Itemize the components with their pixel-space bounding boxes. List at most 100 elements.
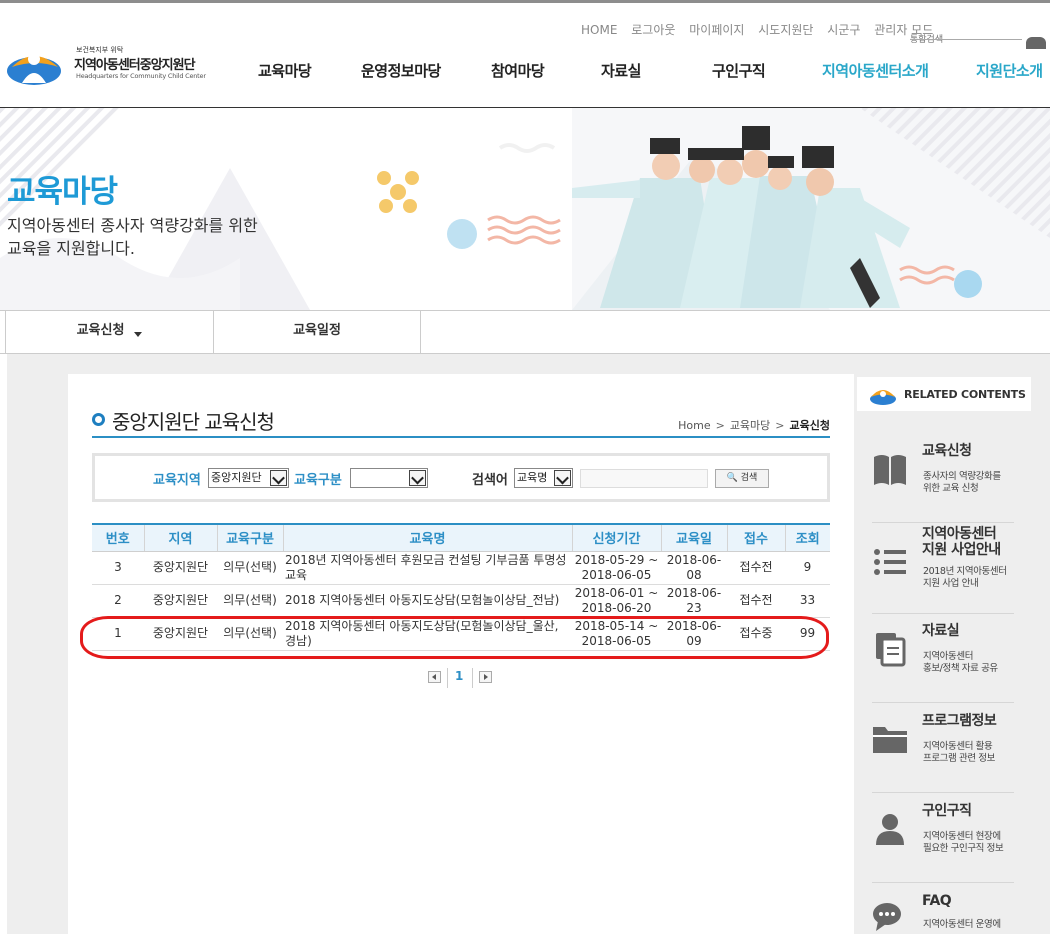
col-number: 번호 bbox=[92, 524, 145, 552]
related-item-title: 구인구직 bbox=[922, 803, 972, 819]
banner-decoration bbox=[0, 108, 1050, 310]
tab-education-apply[interactable]: 교육신청 bbox=[5, 311, 213, 354]
nav-support-intro[interactable]: 지원단소개 bbox=[976, 60, 1043, 81]
related-item-title: 지역아동센터 지원 사업안내 bbox=[922, 526, 1001, 558]
header-search-input[interactable] bbox=[910, 39, 1022, 53]
cell-views: 33 bbox=[785, 584, 830, 618]
nav-operation-info[interactable]: 운영정보마당 bbox=[361, 60, 441, 81]
cell-title-link[interactable]: 2018 지역아동센터 아동지도상담(모험놀이상담_울산, 경남) bbox=[283, 617, 572, 651]
nav-archive[interactable]: 자료실 bbox=[601, 60, 641, 81]
desc-line: 위한 교육 신청 bbox=[923, 483, 979, 494]
chevron-down-icon bbox=[409, 470, 426, 486]
desc-line: 지역아동센터 운영에 bbox=[923, 919, 1001, 930]
title-line: 지원 사업안내 bbox=[922, 542, 1001, 558]
related-item-archive[interactable]: 자료실 지역아동센터 홍보/정책 자료 공유 bbox=[872, 623, 1014, 703]
table-row[interactable]: 3 중앙지원단 의무(선택) 2018년 지역아동센터 후원모금 컨설팅 기부금… bbox=[92, 551, 830, 585]
desc-line: 지역아동센터 활용 bbox=[923, 741, 993, 752]
nav-participation[interactable]: 참여마당 bbox=[491, 60, 545, 81]
site-header: 보건복지부 위탁 지역아동센터중앙지원단 Headquarters for Co… bbox=[0, 0, 1050, 108]
cell-title-link[interactable]: 2018 지역아동센터 아동지도상담(모험놀이상담_전남) bbox=[283, 584, 572, 618]
pager-divider bbox=[447, 668, 448, 688]
nav-education[interactable]: 교육마당 bbox=[258, 60, 312, 81]
cell-status: 접수전 bbox=[727, 551, 785, 585]
related-item-desc: 지역아동센터 홍보/정책 자료 공유 bbox=[923, 651, 998, 675]
chevron-right-icon: > bbox=[775, 419, 785, 432]
table-row[interactable]: 2 중앙지원단 의무(선택) 2018 지역아동센터 아동지도상담(모험놀이상담… bbox=[92, 584, 830, 618]
util-city-link[interactable]: 시군구 bbox=[827, 23, 860, 37]
related-item-desc: 종사자의 역량강화를 위한 교육 신청 bbox=[923, 471, 1001, 495]
keyword-label: 검색어 bbox=[472, 473, 508, 488]
cell-region: 중앙지원단 bbox=[144, 617, 217, 651]
search-button-label: 검색 bbox=[740, 473, 758, 483]
chevron-right-icon: > bbox=[715, 419, 725, 432]
nav-center-intro[interactable]: 지역아동센터소개 bbox=[822, 60, 929, 81]
related-item-faq[interactable]: FAQ 지역아동센터 운영에 bbox=[872, 893, 1014, 934]
type-label: 교육구분 bbox=[294, 473, 342, 488]
util-logout-link[interactable]: 로그아웃 bbox=[631, 23, 675, 37]
related-item-jobs[interactable]: 구인구직 지역아동센터 현장에 필요한 구인구직 정보 bbox=[872, 803, 1014, 883]
banner-title: 교육마당 bbox=[7, 174, 118, 210]
person-icon bbox=[876, 814, 904, 845]
util-home-link[interactable]: HOME bbox=[581, 23, 617, 37]
desc-line: 지원 사업 안내 bbox=[923, 578, 979, 589]
title-line: 지역아동센터 bbox=[922, 526, 997, 542]
pager-divider bbox=[472, 668, 473, 688]
breadcrumb-education[interactable]: 교육마당 bbox=[730, 419, 770, 432]
col-title: 교육명 bbox=[283, 524, 573, 552]
cell-period: 2018-05-29 ~2018-06-05 bbox=[572, 551, 661, 585]
keyword-input[interactable] bbox=[580, 469, 708, 488]
breadcrumb-current: 교육신청 bbox=[789, 419, 830, 432]
cell-type: 의무(선택) bbox=[217, 584, 283, 618]
cell-number: 1 bbox=[92, 617, 144, 651]
region-select[interactable]: 중앙지원단 bbox=[208, 468, 289, 488]
period-end: 2018-06-05 bbox=[581, 633, 652, 648]
header-search-icon[interactable] bbox=[1026, 37, 1046, 49]
desc-line: 지역아동센터 bbox=[923, 651, 974, 662]
caret-down-icon bbox=[134, 332, 143, 337]
search-icon: 🔍 bbox=[726, 473, 738, 483]
breadcrumb-home[interactable]: Home bbox=[678, 419, 710, 432]
related-item-education[interactable]: 교육신청 종사자의 역량강화를 위한 교육 신청 bbox=[872, 443, 1014, 523]
period-start: 2018-06-01 ~ bbox=[574, 585, 659, 600]
keyword-field-value: 교육명 bbox=[517, 471, 548, 484]
related-contents-title: RELATED CONTENTS bbox=[904, 388, 1026, 401]
list-icon bbox=[874, 549, 906, 575]
banner-desc-line2: 교육을 지원합니다. bbox=[7, 239, 135, 258]
breadcrumb: Home > 교육마당 > 교육신청 bbox=[678, 417, 830, 433]
region-label: 교육지역 bbox=[153, 473, 201, 488]
banner-desc-line1: 지역아동센터 종사자 역량강화를 위한 bbox=[7, 216, 258, 235]
tab-education-schedule[interactable]: 교육일정 bbox=[213, 311, 421, 354]
table-row[interactable]: 1 중앙지원단 의무(선택) 2018 지역아동센터 아동지도상담(모험놀이상담… bbox=[92, 617, 830, 651]
keyword-field-select[interactable]: 교육명 bbox=[514, 468, 573, 488]
tab-education-apply-label: 교육신청 bbox=[76, 323, 125, 338]
prev-page-icon[interactable] bbox=[428, 671, 441, 683]
cell-period: 2018-05-14 ~2018-06-05 bbox=[572, 617, 661, 651]
util-mypage-link[interactable]: 마이페이지 bbox=[689, 23, 744, 37]
period-end: 2018-06-20 bbox=[581, 600, 652, 615]
cell-status: 접수중 bbox=[727, 617, 785, 651]
col-type: 교육구분 bbox=[217, 524, 284, 552]
nav-jobs[interactable]: 구인구직 bbox=[712, 60, 766, 81]
related-item-support-program[interactable]: 지역아동센터 지원 사업안내 2018년 지역아동센터 지원 사업 안내 bbox=[872, 526, 1014, 614]
chat-icon bbox=[873, 903, 901, 931]
related-item-title: 자료실 bbox=[922, 623, 960, 639]
related-item-program-info[interactable]: 프로그램정보 지역아동센터 활용 프로그램 관련 정보 bbox=[872, 713, 1014, 793]
util-province-link[interactable]: 시도지원단 bbox=[758, 23, 813, 37]
cell-views: 9 bbox=[785, 551, 830, 585]
next-page-icon[interactable] bbox=[479, 671, 492, 683]
related-item-desc: 지역아동센터 운영에 bbox=[923, 919, 1001, 931]
desc-line: 종사자의 역량강화를 bbox=[923, 471, 1001, 482]
page-number-current[interactable]: 1 bbox=[455, 669, 463, 683]
desc-line: 프로그램 관련 정보 bbox=[923, 753, 995, 764]
desc-line: 필요한 구인구직 정보 bbox=[923, 843, 1004, 854]
cell-type: 의무(선택) bbox=[217, 617, 283, 651]
cell-type: 의무(선택) bbox=[217, 551, 283, 585]
folder-icon bbox=[873, 727, 907, 753]
type-select[interactable] bbox=[350, 468, 428, 488]
page-title: 중앙지원단 교육신청 bbox=[112, 410, 275, 434]
book-icon bbox=[874, 455, 906, 485]
col-status: 접수 bbox=[727, 524, 786, 552]
sub-banner: 교육마당 지역아동센터 종사자 역량강화를 위한 교육을 지원합니다. bbox=[0, 108, 1050, 310]
cell-title-link[interactable]: 2018년 지역아동센터 후원모금 컨설팅 기부금품 투명성 교육 bbox=[283, 551, 572, 585]
search-button[interactable]: 🔍 검색 bbox=[715, 469, 769, 488]
